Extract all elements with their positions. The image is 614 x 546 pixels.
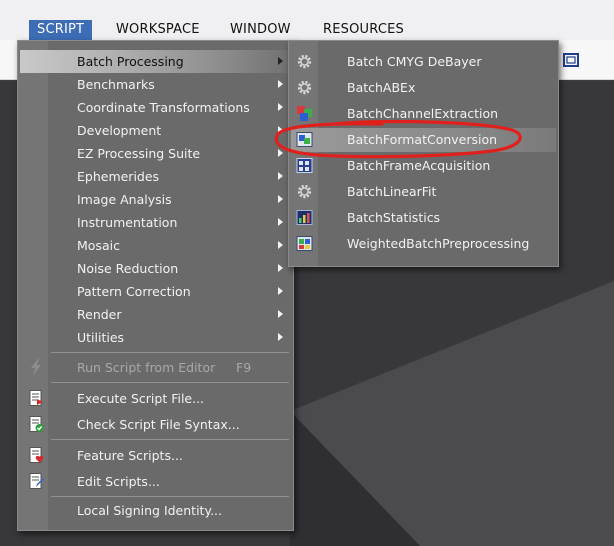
- menu-item-feature-scripts[interactable]: Feature Scripts...: [20, 444, 291, 467]
- submenu-item-label: BatchChannelExtraction: [347, 106, 499, 121]
- menu-item-utilities[interactable]: Utilities: [20, 326, 291, 349]
- submenu-item-batchabex[interactable]: BatchABEx: [291, 76, 556, 100]
- script-edit-icon: [29, 473, 44, 489]
- menu-item-render[interactable]: Render: [20, 303, 291, 326]
- menu-resources[interactable]: RESOURCES: [315, 20, 412, 40]
- menu-separator: [51, 382, 289, 383]
- menu-bar: SCRIPT WORKSPACE WINDOW RESOURCES: [0, 0, 614, 40]
- menu-item-label: Run Script from Editor: [77, 360, 216, 375]
- menu-item-check-script-syntax[interactable]: Check Script File Syntax...: [20, 413, 291, 436]
- menu-item-ephemerides[interactable]: Ephemerides: [20, 165, 291, 188]
- menu-item-label: Instrumentation: [77, 215, 178, 230]
- submenu-item-weightedbatchpreprocessing[interactable]: WeightedBatchPreprocessing: [291, 232, 556, 256]
- gear-icon: [297, 80, 312, 95]
- submenu-item-label: WeightedBatchPreprocessing: [347, 236, 530, 251]
- submenu-item-label: Batch CMYG DeBayer: [347, 54, 482, 69]
- menu-item-label: Batch Processing: [77, 54, 184, 69]
- statistics-icon: [296, 210, 313, 225]
- menu-item-development[interactable]: Development: [20, 119, 291, 142]
- batch-processing-submenu: Batch CMYG DeBayer BatchABEx BatchChanne…: [288, 40, 559, 267]
- submenu-item-batchformatconversion[interactable]: BatchFormatConversion: [291, 128, 556, 152]
- maximize-icon[interactable]: [562, 51, 580, 69]
- menu-item-label: Image Analysis: [77, 192, 172, 207]
- submenu-item-batch-cmyg-debayer[interactable]: Batch CMYG DeBayer: [291, 50, 556, 74]
- menu-item-label: Ephemerides: [77, 169, 160, 184]
- shortcut-label: F9: [236, 360, 252, 375]
- menu-item-label: Check Script File Syntax...: [77, 417, 240, 432]
- menu-item-label: Development: [77, 123, 162, 138]
- menu-item-label: Local Signing Identity...: [77, 503, 222, 518]
- submenu-item-label: BatchStatistics: [347, 210, 441, 225]
- submenu-arrow-icon: [278, 57, 283, 65]
- submenu-arrow-icon: [278, 241, 283, 249]
- menu-item-label: Benchmarks: [77, 77, 155, 92]
- menu-item-run-script-from-editor: Run Script from Editor F9: [20, 356, 291, 379]
- script-execute-icon: [29, 390, 43, 406]
- menu-item-pattern-correction[interactable]: Pattern Correction: [20, 280, 291, 303]
- menu-item-ez-processing-suite[interactable]: EZ Processing Suite: [20, 142, 291, 165]
- submenu-item-label: BatchLinearFit: [347, 184, 437, 199]
- frame-acquisition-icon: [296, 158, 313, 173]
- submenu-arrow-icon: [278, 218, 283, 226]
- menu-item-label: EZ Processing Suite: [77, 146, 201, 161]
- lightning-icon: [31, 359, 41, 375]
- menu-item-noise-reduction[interactable]: Noise Reduction: [20, 257, 291, 280]
- submenu-item-label: BatchABEx: [347, 80, 416, 95]
- menu-item-edit-scripts[interactable]: Edit Scripts...: [20, 470, 291, 493]
- menu-item-label: Execute Script File...: [77, 391, 205, 406]
- menu-item-label: Coordinate Transformations: [77, 100, 250, 115]
- submenu-arrow-icon: [278, 172, 283, 180]
- script-menu: Batch Processing Benchmarks Coordinate T…: [17, 40, 294, 531]
- submenu-arrow-icon: [278, 80, 283, 88]
- menu-item-label: Render: [77, 307, 122, 322]
- preprocessing-icon: [296, 236, 313, 251]
- menu-item-mosaic[interactable]: Mosaic: [20, 234, 291, 257]
- menu-script[interactable]: SCRIPT: [29, 20, 93, 40]
- submenu-arrow-icon: [278, 333, 283, 341]
- submenu-item-label: BatchFormatConversion: [347, 132, 498, 147]
- menu-item-execute-script-file[interactable]: Execute Script File...: [20, 387, 291, 410]
- menu-item-label: Edit Scripts...: [77, 474, 160, 489]
- menu-item-local-signing-identity[interactable]: Local Signing Identity...: [20, 499, 291, 522]
- menu-item-image-analysis[interactable]: Image Analysis: [20, 188, 291, 211]
- menu-item-coordinate-transformations[interactable]: Coordinate Transformations: [20, 96, 291, 119]
- submenu-arrow-icon: [278, 195, 283, 203]
- menu-item-instrumentation[interactable]: Instrumentation: [20, 211, 291, 234]
- format-conversion-icon: [296, 132, 313, 147]
- menu-item-label: Mosaic: [77, 238, 120, 253]
- menu-window[interactable]: WINDOW: [222, 20, 299, 40]
- submenu-item-batchchannelextraction[interactable]: BatchChannelExtraction: [291, 102, 556, 126]
- submenu-item-batchstatistics[interactable]: BatchStatistics: [291, 206, 556, 230]
- menu-item-label: Feature Scripts...: [77, 448, 183, 463]
- submenu-arrow-icon: [278, 149, 283, 157]
- menu-item-label: Noise Reduction: [77, 261, 179, 276]
- menu-separator: [51, 352, 289, 353]
- submenu-item-label: BatchFrameAcquisition: [347, 158, 491, 173]
- script-feature-icon: [29, 447, 44, 463]
- submenu-item-batchframeacquisition[interactable]: BatchFrameAcquisition: [291, 154, 556, 178]
- gear-icon: [297, 54, 312, 69]
- submenu-arrow-icon: [278, 126, 283, 134]
- script-check-icon: [29, 416, 44, 432]
- submenu-arrow-icon: [278, 310, 283, 318]
- menu-separator: [51, 496, 289, 497]
- menu-item-label: Pattern Correction: [77, 284, 191, 299]
- menu-item-batch-processing[interactable]: Batch Processing: [20, 50, 291, 73]
- submenu-arrow-icon: [278, 264, 283, 272]
- menu-item-benchmarks[interactable]: Benchmarks: [20, 73, 291, 96]
- channel-extraction-icon: [297, 106, 312, 121]
- submenu-arrow-icon: [278, 103, 283, 111]
- submenu-arrow-icon: [278, 287, 283, 295]
- menu-workspace[interactable]: WORKSPACE: [108, 20, 208, 40]
- submenu-item-batchlinearfit[interactable]: BatchLinearFit: [291, 180, 556, 204]
- menu-item-label: Utilities: [77, 330, 125, 345]
- menu-separator: [51, 439, 289, 440]
- gear-icon: [297, 184, 312, 199]
